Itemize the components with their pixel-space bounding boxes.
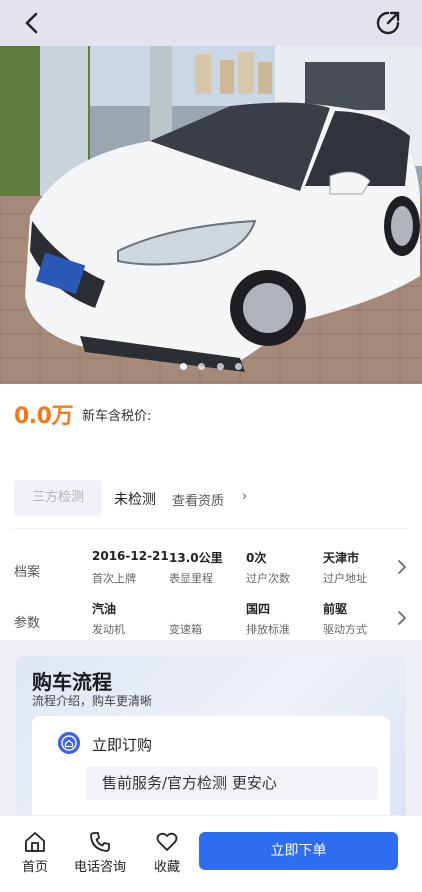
- first-registration: 2016-12-21 首次上牌: [92, 549, 169, 586]
- gallery-dot[interactable]: [234, 363, 242, 370]
- bottom-bar: 首页 电话咨询 收藏 立即下单: [0, 815, 422, 892]
- transfer-count: 0次 过户次数: [246, 549, 290, 586]
- process-title: 购车流程: [32, 670, 112, 694]
- order-now-button[interactable]: 立即下单: [199, 832, 398, 870]
- car-price: 0.0万: [14, 404, 73, 429]
- top-bar: [0, 0, 422, 46]
- transfer-count-value: 0次: [246, 551, 267, 565]
- purchase-process-card: 购车流程 流程介绍，购车更清晰 立即订购 售前服务/官方检测 更安心: [16, 656, 406, 826]
- view-qualification-link[interactable]: 查看资质: [172, 490, 224, 509]
- first-registration-value: 2016-12-21: [92, 549, 169, 563]
- price-row: 0.0万: [14, 398, 73, 430]
- mileage-key: 表显里程: [169, 572, 213, 585]
- transmission-key: 变速箱: [169, 623, 202, 636]
- order-now-step-title: 立即订购: [92, 736, 153, 754]
- gallery-dot[interactable]: [180, 363, 188, 370]
- purchase-process-section: 购车流程 流程介绍，购车更清晰 立即订购 售前服务/官方检测 更安心: [0, 640, 422, 826]
- drive-mode-value: 前驱: [323, 602, 348, 616]
- transfer-location-value: 天津市: [323, 551, 360, 565]
- process-subtitle: 流程介绍，购车更清晰: [32, 694, 153, 708]
- transfer-location-key: 过户地址: [323, 572, 367, 585]
- heart-icon: [156, 832, 178, 851]
- tab-phone-label: 电话咨询: [73, 860, 126, 875]
- transfer-location: 天津市 过户地址: [323, 549, 367, 586]
- emission-standard-value: 国四: [246, 602, 271, 616]
- back-arrow-icon[interactable]: [18, 9, 46, 37]
- emission-standard: 国四 排放标准: [246, 600, 290, 637]
- tab-favorite[interactable]: 收藏: [150, 816, 184, 875]
- process-step-card[interactable]: 立即订购 售前服务/官方检测 更安心: [32, 716, 390, 826]
- drive-mode-key: 驱动方式: [323, 623, 367, 636]
- new-car-price-label: 新车含税价:: [82, 409, 152, 424]
- home-icon: [25, 832, 45, 852]
- transmission-value: [169, 600, 202, 617]
- engine-value: 汽油: [92, 602, 117, 616]
- params-label: 参数: [14, 616, 41, 631]
- first-registration-key: 首次上牌: [92, 572, 136, 585]
- inspection-row[interactable]: 三方检测 未检测 查看资质 ›: [14, 480, 408, 516]
- file-row[interactable]: 档案 2016-12-21 首次上牌 13.0公里 表显里程 0次 过户次数 天…: [0, 547, 422, 591]
- share-icon[interactable]: [374, 9, 402, 37]
- inspection-status: 未检测: [114, 492, 156, 508]
- gallery-dots: [0, 355, 422, 374]
- shop-icon: [58, 732, 80, 754]
- engine: 汽油 发动机: [92, 600, 125, 637]
- drive-mode: 前驱 驱动方式: [323, 600, 367, 637]
- file-label: 档案: [14, 565, 41, 580]
- chevron-right-icon: ›: [242, 489, 248, 504]
- car-photo-gallery[interactable]: [0, 46, 422, 384]
- tab-home-label: 首页: [21, 860, 48, 875]
- gallery-dot[interactable]: [216, 363, 224, 370]
- tab-home[interactable]: 首页: [18, 816, 52, 875]
- tab-favorite-label: 收藏: [153, 860, 180, 875]
- mileage: 13.0公里 表显里程: [169, 549, 223, 586]
- order-now-step-desc: 售前服务/官方检测 更安心: [86, 766, 378, 800]
- car-photo: [0, 46, 422, 384]
- emission-standard-key: 排放标准: [246, 623, 290, 636]
- engine-key: 发动机: [92, 623, 125, 636]
- params-row[interactable]: 参数 汽油 发动机 变速箱 国四 排放标准 前驱 驱动方式: [0, 598, 422, 642]
- chevron-right-icon[interactable]: [396, 610, 408, 626]
- chevron-right-icon[interactable]: [396, 559, 408, 575]
- gallery-dot[interactable]: [198, 363, 206, 370]
- divider: [14, 528, 408, 529]
- phone-icon: [90, 832, 110, 852]
- tab-phone[interactable]: 电话咨询: [68, 816, 132, 875]
- transfer-count-key: 过户次数: [246, 572, 290, 585]
- transmission: 变速箱: [169, 600, 202, 637]
- third-party-inspection-badge: 三方检测: [14, 480, 102, 516]
- mileage-value: 13.0公里: [169, 551, 223, 565]
